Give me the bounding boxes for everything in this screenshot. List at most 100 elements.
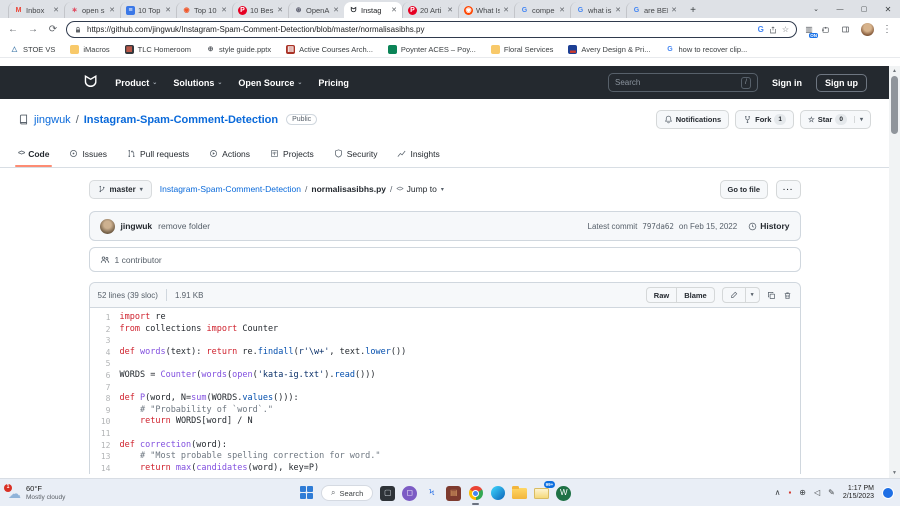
window-minimize-button[interactable]: — bbox=[828, 0, 852, 18]
mail-app-icon[interactable]: 99+ bbox=[534, 486, 549, 501]
network-tray-icon[interactable]: ⊕ bbox=[799, 489, 806, 497]
pen-tray-icon[interactable]: ✎ bbox=[828, 489, 835, 497]
raw-button[interactable]: Raw bbox=[646, 287, 677, 303]
scroll-thumb[interactable] bbox=[891, 76, 898, 134]
sign-up-button[interactable]: Sign up bbox=[816, 74, 867, 92]
repo-tab-security[interactable]: Security bbox=[334, 140, 378, 167]
edge-icon[interactable] bbox=[490, 486, 505, 501]
line-number[interactable]: 1 bbox=[90, 312, 120, 324]
tab-close-icon[interactable]: ✕ bbox=[503, 6, 509, 14]
menu-kebab-icon[interactable]: ⋮ bbox=[880, 25, 894, 35]
line-number[interactable]: 8 bbox=[90, 393, 120, 405]
line-number[interactable]: 14 bbox=[90, 463, 120, 475]
forward-icon[interactable]: → bbox=[26, 25, 40, 35]
repo-tab-issues[interactable]: Issues bbox=[69, 140, 107, 167]
repo-name-link[interactable]: Instagram-Spam-Comment-Detection bbox=[84, 114, 278, 126]
photos-app-icon[interactable]: ▢ bbox=[380, 486, 395, 501]
notification-center-badge[interactable] bbox=[882, 487, 894, 499]
delete-trash-icon[interactable] bbox=[783, 291, 792, 300]
browser-tab[interactable]: Gare BER ✕ bbox=[626, 2, 682, 18]
browser-tab[interactable]: MInbox ✕ bbox=[8, 2, 64, 18]
tab-close-icon[interactable]: ✕ bbox=[671, 6, 677, 14]
security-tray-icon[interactable]: ▪ bbox=[788, 489, 791, 497]
copy-icon[interactable] bbox=[767, 291, 776, 300]
line-number[interactable]: 11 bbox=[90, 428, 120, 440]
extension-on-icon[interactable]: ▥ON bbox=[803, 24, 815, 36]
browser-tab[interactable]: P20 Arti ✕ bbox=[402, 2, 458, 18]
browser-tab[interactable]: ⊛OpenAI ✕ bbox=[288, 2, 344, 18]
browser-tab[interactable]: Gwhat is ✕ bbox=[570, 2, 626, 18]
bookmark-item[interactable]: △ STOE VS bbox=[10, 45, 55, 54]
tab-search-chevron-icon[interactable]: ⌄ bbox=[804, 0, 828, 18]
line-number[interactable]: 5 bbox=[90, 358, 120, 370]
browser-tab[interactable]: ≡10 Top ✕ bbox=[120, 2, 176, 18]
bolt-app-icon[interactable]: Ϟ bbox=[424, 486, 439, 501]
line-number[interactable]: 3 bbox=[90, 335, 120, 347]
branch-selector[interactable]: master ▾ bbox=[89, 180, 152, 199]
taskbar-search[interactable]: ⌕ Search bbox=[321, 485, 373, 501]
jump-to-button[interactable]: Jump to bbox=[407, 184, 437, 194]
tab-close-icon[interactable]: ✕ bbox=[221, 6, 227, 14]
github-nav-open-source[interactable]: Open Source⌄ bbox=[238, 78, 302, 88]
bookmark-item[interactable]: G how to recover clip... bbox=[665, 45, 747, 54]
volume-tray-icon[interactable]: ◁ bbox=[814, 489, 820, 497]
new-tab-button[interactable]: + bbox=[686, 3, 700, 17]
bookmark-item[interactable]: iMacros bbox=[70, 45, 109, 54]
share-icon[interactable] bbox=[769, 26, 777, 34]
repo-tab-insights[interactable]: Insights bbox=[397, 140, 439, 167]
url-text[interactable]: https://github.com/jingwuk/Instagram-Spa… bbox=[87, 25, 753, 34]
line-number[interactable]: 10 bbox=[90, 416, 120, 428]
repo-owner-link[interactable]: jingwuk bbox=[34, 114, 71, 126]
breadcrumb-repo-link[interactable]: Instagram-Spam-Comment-Detection bbox=[160, 184, 301, 194]
weather-widget[interactable]: ☁1 60°F Mostly cloudy bbox=[8, 479, 65, 506]
page-scrollbar[interactable]: ▲ ▼ bbox=[889, 66, 900, 478]
star-dropdown-caret[interactable]: ▾ bbox=[854, 116, 863, 123]
chrome-icon[interactable] bbox=[468, 486, 483, 501]
word-app-icon[interactable]: W bbox=[556, 486, 571, 501]
bookmark-item[interactable]: Poynter ACES – Poy... bbox=[388, 45, 476, 54]
bookmark-item[interactable]: ▤ Active Courses Arch... bbox=[286, 45, 373, 54]
github-nav-product[interactable]: Product⌄ bbox=[115, 78, 157, 88]
scroll-up-icon[interactable]: ▲ bbox=[889, 68, 900, 74]
line-number[interactable]: 2 bbox=[90, 324, 120, 336]
line-number[interactable]: 7 bbox=[90, 382, 120, 394]
browser-profile-avatar[interactable] bbox=[861, 23, 874, 36]
tab-close-icon[interactable]: ✕ bbox=[109, 6, 115, 14]
star-button[interactable]: ☆Star0▾ bbox=[800, 110, 871, 129]
scroll-down-icon[interactable]: ▼ bbox=[889, 470, 900, 476]
commit-sha[interactable]: 797da62 bbox=[642, 222, 674, 231]
tab-close-icon[interactable]: ✕ bbox=[615, 6, 621, 14]
side-panel-icon[interactable] bbox=[841, 25, 855, 34]
github-nav-pricing[interactable]: Pricing bbox=[318, 78, 349, 88]
line-number[interactable]: 6 bbox=[90, 370, 120, 382]
commit-author-avatar[interactable] bbox=[100, 219, 115, 234]
blame-button[interactable]: Blame bbox=[676, 287, 715, 303]
tab-close-icon[interactable]: ✕ bbox=[559, 6, 565, 14]
window-maximize-button[interactable]: ▢ bbox=[852, 0, 876, 18]
github-search-input[interactable]: Search / bbox=[608, 73, 758, 92]
sign-in-link[interactable]: Sign in bbox=[772, 78, 802, 88]
tab-close-icon[interactable]: ✕ bbox=[165, 6, 171, 14]
bookmark-item[interactable]: Floral Services bbox=[491, 45, 554, 54]
address-bar[interactable]: https://github.com/jingwuk/Instagram-Spa… bbox=[66, 21, 797, 38]
edit-pencil-icon[interactable] bbox=[722, 287, 746, 303]
go-to-file-button[interactable]: Go to file bbox=[720, 180, 769, 199]
crate-app-icon[interactable]: ▤ bbox=[446, 486, 461, 501]
contributors-text[interactable]: 1 contributor bbox=[115, 255, 162, 265]
tab-close-icon[interactable]: ✕ bbox=[447, 6, 453, 14]
tab-close-icon[interactable]: ✕ bbox=[333, 6, 339, 14]
tab-close-icon[interactable]: ✕ bbox=[391, 6, 397, 14]
notifications-button[interactable]: Notifications bbox=[656, 110, 729, 129]
commit-message[interactable]: remove folder bbox=[158, 221, 210, 231]
browser-tab[interactable]: ◉Top 10 ✕ bbox=[176, 2, 232, 18]
browser-tab[interactable]: ◉What Is ✕ bbox=[458, 2, 514, 18]
extensions-puzzle-icon[interactable] bbox=[821, 25, 835, 34]
contributors-box[interactable]: 1 contributor bbox=[89, 247, 801, 272]
commit-author-link[interactable]: jingwuk bbox=[121, 221, 153, 231]
line-number[interactable]: 4 bbox=[90, 347, 120, 359]
github-logo-icon[interactable]: ᗢ bbox=[84, 75, 97, 91]
google-g-icon[interactable]: G bbox=[758, 26, 764, 34]
repo-tab-actions[interactable]: Actions bbox=[209, 140, 250, 167]
start-button[interactable] bbox=[300, 486, 314, 500]
line-number[interactable]: 12 bbox=[90, 440, 120, 452]
